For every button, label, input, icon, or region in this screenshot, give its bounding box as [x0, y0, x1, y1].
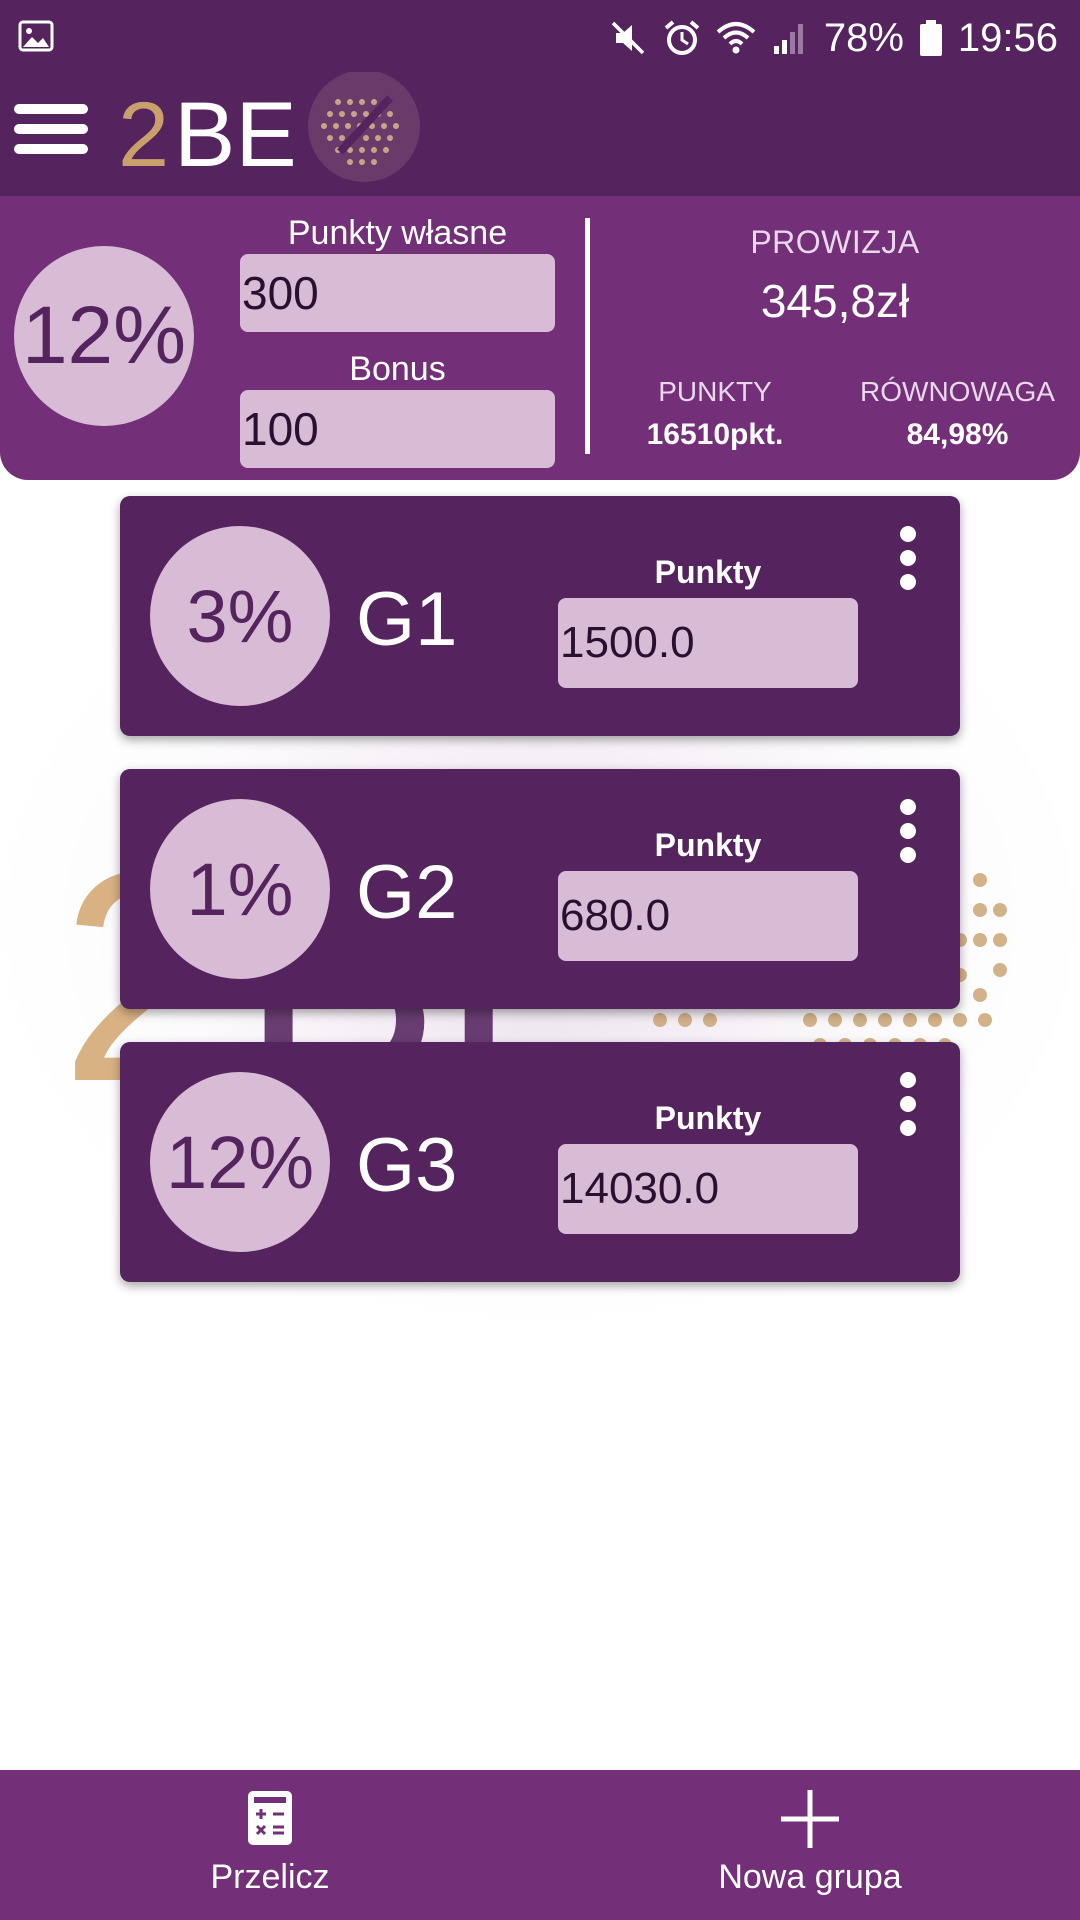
group-points-input[interactable] — [558, 871, 858, 961]
recalculate-label: Przelicz — [210, 1858, 330, 1896]
menu-icon[interactable] — [14, 96, 92, 162]
summary-panel: 12% Punkty własne Bonus PROWIZJA 345,8zł… — [0, 196, 1080, 480]
bonus-input[interactable] — [240, 390, 555, 468]
signal-icon — [773, 24, 803, 54]
plus-icon — [781, 1790, 839, 1848]
group-points-label: Punkty — [654, 554, 762, 590]
divider — [585, 218, 590, 454]
group-card-g3[interactable]: 12% G3 Punkty — [120, 1042, 960, 1282]
more-options-icon[interactable] — [896, 526, 920, 590]
bonus-label: Bonus — [349, 350, 446, 388]
group-points-label: Punkty — [654, 827, 762, 863]
group-percent-badge: 12% — [150, 1072, 330, 1252]
group-card-g1[interactable]: 3% G1 Punkty — [120, 496, 960, 736]
group-percent-badge: 1% — [150, 799, 330, 979]
mute-icon — [611, 21, 645, 55]
alarm-icon — [664, 20, 700, 55]
recalculate-button[interactable]: Przelicz — [0, 1770, 540, 1920]
app-bar: 2 BE — [0, 72, 1080, 196]
own-points-label: Punkty własne — [287, 214, 508, 252]
more-options-icon[interactable] — [896, 799, 920, 863]
own-points-input[interactable] — [240, 254, 555, 332]
group-points-input[interactable] — [558, 598, 858, 688]
commission-label: PROWIZJA — [750, 224, 920, 260]
group-points-label: Punkty — [654, 1100, 762, 1136]
battery-icon — [919, 20, 942, 56]
group-name: G2 — [356, 850, 458, 935]
new-group-label: Nowa grupa — [718, 1858, 902, 1896]
level-percent-badge: 12% — [14, 246, 194, 426]
group-name: G1 — [356, 577, 458, 662]
brand-logo: 2 BE — [118, 72, 420, 186]
calculator-icon — [248, 1791, 292, 1845]
group-name: G3 — [356, 1123, 458, 1208]
svg-text:BE: BE — [174, 84, 297, 186]
points-label: PUNKTY — [658, 376, 772, 407]
group-percent-badge: 3% — [150, 526, 330, 706]
points-value: 16510pkt. — [646, 418, 784, 451]
gallery-icon — [18, 20, 54, 52]
balance-value: 84,98% — [906, 418, 1009, 451]
bottom-action-bar: Przelicz Nowa grupa — [0, 1770, 1080, 1920]
commission-value: 345,8zł — [760, 275, 910, 327]
wifi-icon — [716, 22, 756, 54]
group-points-input[interactable] — [558, 1144, 858, 1234]
clock: 19:56 — [957, 15, 1058, 60]
battery-percent: 78% — [823, 15, 904, 60]
balance-label: RÓWNOWAGA — [860, 376, 1055, 407]
more-options-icon[interactable] — [896, 1072, 920, 1136]
svg-text:2: 2 — [118, 84, 169, 186]
status-bar: 78% 19:56 — [0, 0, 1080, 72]
group-card-g2[interactable]: 1% G2 Punkty — [120, 769, 960, 1009]
new-group-button[interactable]: Nowa grupa — [540, 1770, 1080, 1920]
